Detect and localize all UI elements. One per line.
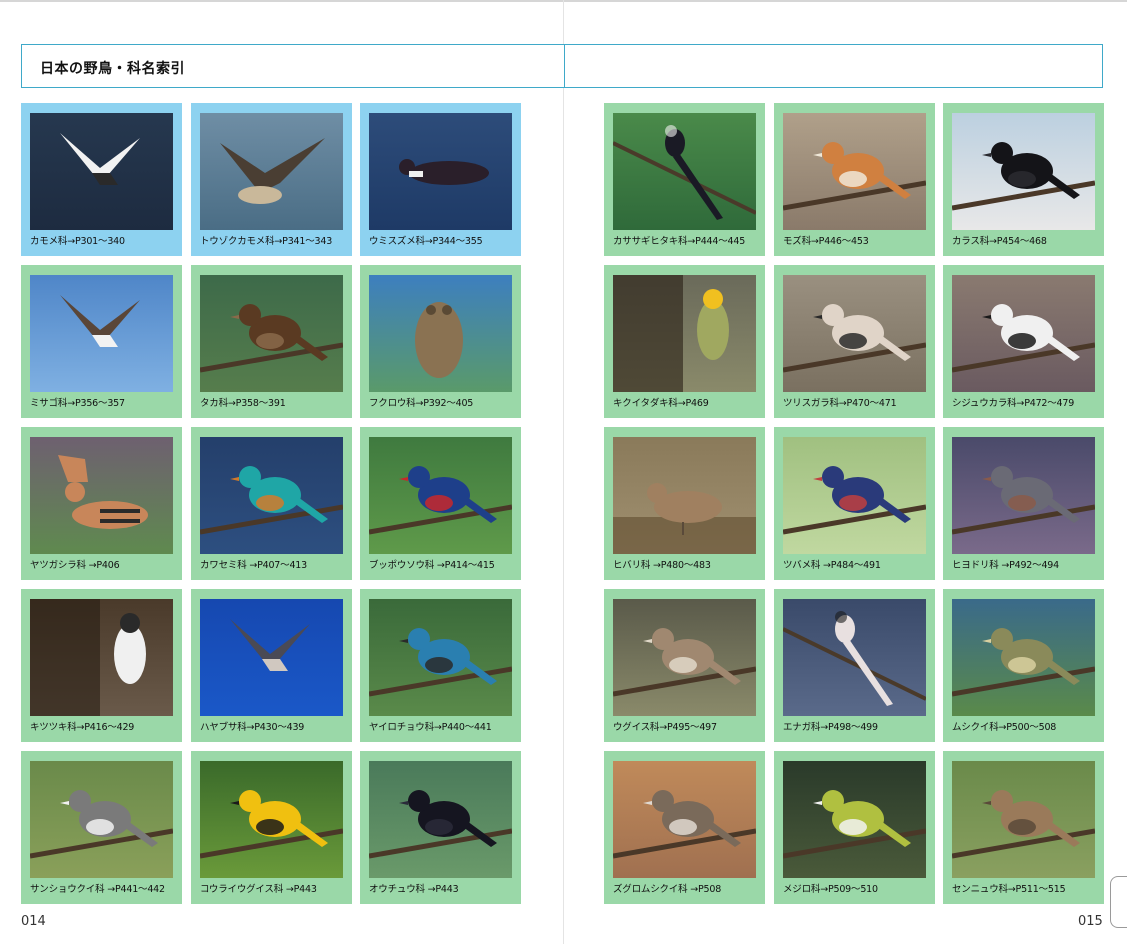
- family-page-caption: ツリスガラ科→P470〜471: [783, 398, 897, 409]
- bird-photo: [200, 599, 343, 716]
- bird-photo: [783, 113, 926, 230]
- bird-family-card[interactable]: トウゾクカモメ科→P341〜343: [191, 103, 352, 256]
- family-page-caption: ヒバリ科 →P480〜483: [613, 560, 711, 571]
- bird-family-card[interactable]: カラス科→P454〜468: [943, 103, 1104, 256]
- bird-family-card[interactable]: ズグロムシクイ科 →P508: [604, 751, 765, 904]
- family-page-caption: ヤイロチョウ科→P440〜441: [369, 722, 492, 733]
- family-page-caption: フクロウ科→P392〜405: [369, 398, 474, 409]
- page-turn-tab[interactable]: [1110, 876, 1127, 928]
- bird-photo: [613, 113, 756, 230]
- bird-photo: [30, 275, 173, 392]
- left-page-number: 014: [21, 914, 46, 929]
- bird-photo: [200, 761, 343, 878]
- family-page-caption: エナガ科→P498〜499: [783, 722, 878, 733]
- family-page-caption: ウミスズメ科→P344〜355: [369, 236, 483, 247]
- bird-photo: [369, 437, 512, 554]
- family-page-caption: ヒヨドリ科 →P492〜494: [952, 560, 1059, 571]
- family-page-caption: ズグロムシクイ科 →P508: [613, 884, 722, 895]
- bird-family-card[interactable]: センニュウ科→P511〜515: [943, 751, 1104, 904]
- bird-photo: [30, 113, 173, 230]
- bird-family-card[interactable]: ヒヨドリ科 →P492〜494: [943, 427, 1104, 580]
- family-page-caption: タカ科→P358〜391: [200, 398, 286, 409]
- family-page-caption: ムシクイ科→P500〜508: [952, 722, 1057, 733]
- bird-family-card[interactable]: サンショウクイ科 →P441〜442: [21, 751, 182, 904]
- bird-photo: [200, 437, 343, 554]
- bird-family-card[interactable]: ハヤブサ科→P430〜439: [191, 589, 352, 742]
- bird-family-card[interactable]: ヤイロチョウ科→P440〜441: [360, 589, 521, 742]
- family-page-caption: ウグイス科→P495〜497: [613, 722, 717, 733]
- family-page-caption: カワセミ科 →P407〜413: [200, 560, 307, 571]
- bird-family-card[interactable]: ムシクイ科→P500〜508: [943, 589, 1104, 742]
- bird-photo: [783, 275, 926, 392]
- bird-photo: [30, 761, 173, 878]
- bird-photo: [952, 599, 1095, 716]
- index-header: 日本の野鳥・科名索引: [21, 44, 1103, 88]
- bird-photo: [369, 113, 512, 230]
- bird-family-card[interactable]: オウチュウ科 →P443: [360, 751, 521, 904]
- bird-photo: [783, 599, 926, 716]
- bird-family-card[interactable]: タカ科→P358〜391: [191, 265, 352, 418]
- bird-family-card[interactable]: キツツキ科→P416〜429: [21, 589, 182, 742]
- family-page-caption: サンショウクイ科 →P441〜442: [30, 884, 165, 895]
- family-page-caption: シジュウカラ科→P472〜479: [952, 398, 1075, 409]
- bird-family-card[interactable]: メジロ科→P509〜510: [774, 751, 935, 904]
- bird-family-card[interactable]: ウミスズメ科→P344〜355: [360, 103, 521, 256]
- bird-photo: [30, 437, 173, 554]
- bird-photo: [613, 761, 756, 878]
- family-page-caption: メジロ科→P509〜510: [783, 884, 878, 895]
- bird-photo: [369, 275, 512, 392]
- bird-family-card[interactable]: カモメ科→P301〜340: [21, 103, 182, 256]
- family-page-caption: ヤツガシラ科 →P406: [30, 560, 120, 571]
- family-page-caption: カラス科→P454〜468: [952, 236, 1047, 247]
- bird-family-card[interactable]: モズ科→P446〜453: [774, 103, 935, 256]
- bird-family-card[interactable]: シジュウカラ科→P472〜479: [943, 265, 1104, 418]
- family-page-caption: キクイタダキ科→P469: [613, 398, 709, 409]
- bird-family-card[interactable]: エナガ科→P498〜499: [774, 589, 935, 742]
- bird-family-card[interactable]: コウライウグイス科 →P443: [191, 751, 352, 904]
- bird-photo: [783, 761, 926, 878]
- header-divider: [564, 45, 565, 87]
- bird-family-card[interactable]: ツリスガラ科→P470〜471: [774, 265, 935, 418]
- bird-family-card[interactable]: ブッポウソウ科 →P414〜415: [360, 427, 521, 580]
- bird-photo: [30, 599, 173, 716]
- bird-photo: [613, 599, 756, 716]
- bird-family-card[interactable]: ヤツガシラ科 →P406: [21, 427, 182, 580]
- bird-photo: [200, 113, 343, 230]
- bird-photo: [952, 437, 1095, 554]
- bird-family-card[interactable]: キクイタダキ科→P469: [604, 265, 765, 418]
- family-page-caption: センニュウ科→P511〜515: [952, 884, 1066, 895]
- bird-photo: [952, 113, 1095, 230]
- family-page-caption: ミサゴ科→P356〜357: [30, 398, 125, 409]
- bird-photo: [952, 761, 1095, 878]
- bird-photo: [952, 275, 1095, 392]
- bird-family-card[interactable]: ヒバリ科 →P480〜483: [604, 427, 765, 580]
- bird-family-card[interactable]: カササギヒタキ科→P444〜445: [604, 103, 765, 256]
- bird-family-card[interactable]: ツバメ科 →P484〜491: [774, 427, 935, 580]
- family-page-caption: コウライウグイス科 →P443: [200, 884, 317, 895]
- bird-family-card[interactable]: ウグイス科→P495〜497: [604, 589, 765, 742]
- page-spine: [563, 0, 564, 944]
- bird-photo: [369, 761, 512, 878]
- family-page-caption: ブッポウソウ科 →P414〜415: [369, 560, 495, 571]
- bird-photo: [200, 275, 343, 392]
- family-page-caption: カササギヒタキ科→P444〜445: [613, 236, 746, 247]
- family-page-caption: ハヤブサ科→P430〜439: [200, 722, 305, 733]
- bird-family-card[interactable]: フクロウ科→P392〜405: [360, 265, 521, 418]
- right-page-number: 015: [1078, 914, 1103, 929]
- bird-photo: [613, 275, 756, 392]
- bird-photo: [369, 599, 512, 716]
- family-page-caption: オウチュウ科 →P443: [369, 884, 459, 895]
- family-page-caption: トウゾクカモメ科→P341〜343: [200, 236, 333, 247]
- bird-photo: [783, 437, 926, 554]
- bird-photo: [613, 437, 756, 554]
- family-page-caption: ツバメ科 →P484〜491: [783, 560, 881, 571]
- family-page-caption: カモメ科→P301〜340: [30, 236, 125, 247]
- bird-family-card[interactable]: カワセミ科 →P407〜413: [191, 427, 352, 580]
- family-page-caption: モズ科→P446〜453: [783, 236, 869, 247]
- page-title: 日本の野鳥・科名索引: [40, 61, 185, 77]
- bird-family-card[interactable]: ミサゴ科→P356〜357: [21, 265, 182, 418]
- family-page-caption: キツツキ科→P416〜429: [30, 722, 135, 733]
